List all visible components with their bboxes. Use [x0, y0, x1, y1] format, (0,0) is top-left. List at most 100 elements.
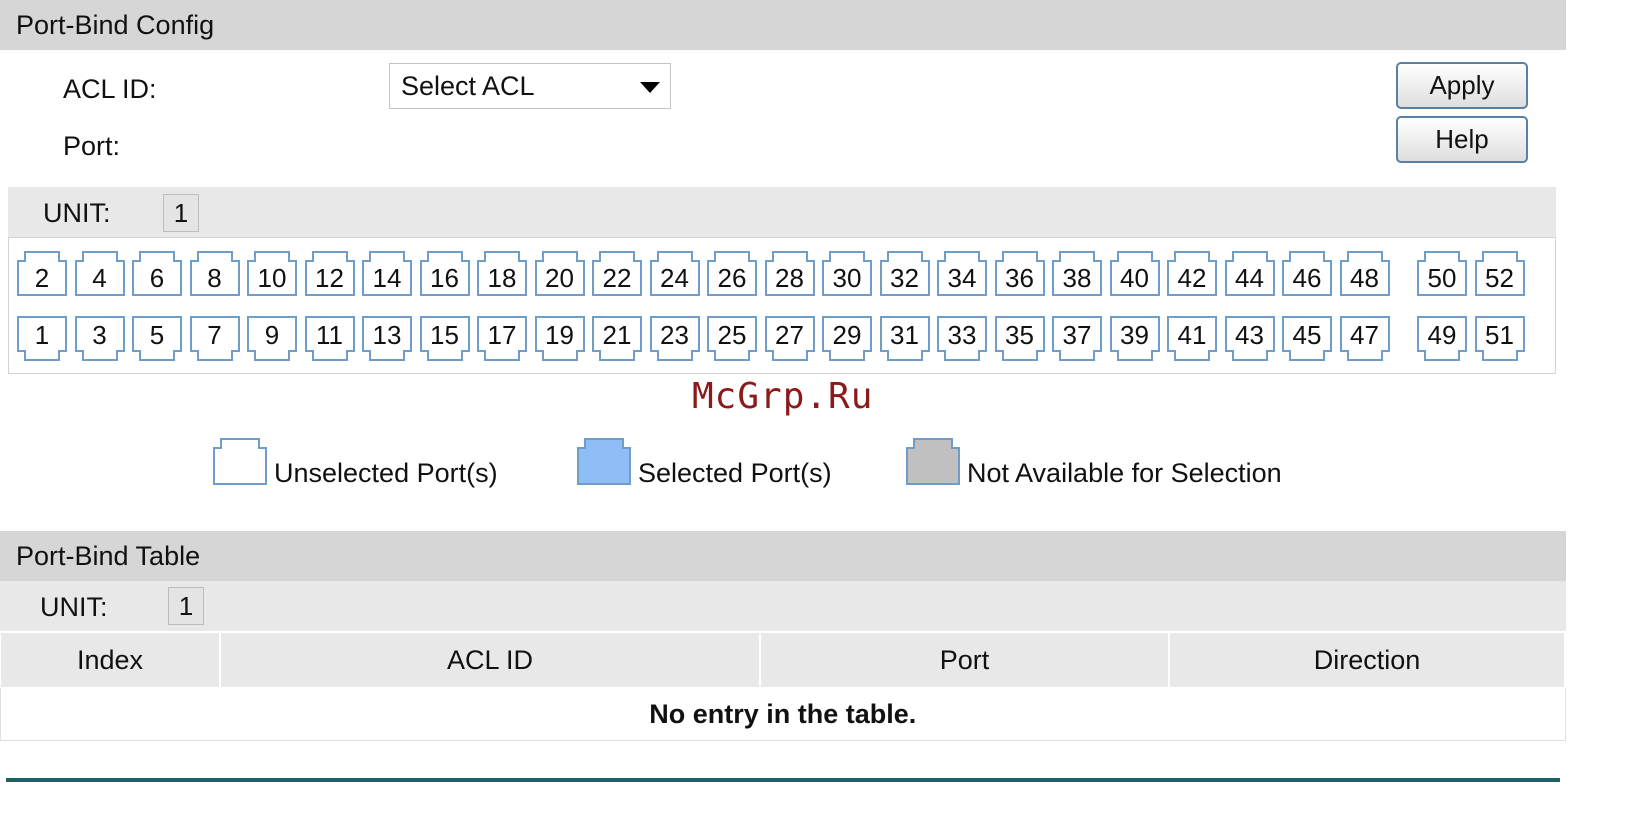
port-19[interactable]: 19: [534, 316, 585, 361]
port-11[interactable]: 11: [304, 316, 355, 361]
port-16[interactable]: 16: [419, 251, 470, 296]
port-label-text: 47: [1350, 320, 1379, 350]
port-label-text: 42: [1177, 263, 1207, 293]
help-button[interactable]: Help: [1396, 116, 1528, 163]
column-header-index: Index: [0, 632, 221, 688]
port-label-text: 52: [1485, 263, 1514, 293]
port-27[interactable]: 27: [764, 316, 815, 361]
port-2[interactable]: 2: [17, 251, 67, 296]
port-label-text: 48: [1350, 263, 1379, 293]
port-35[interactable]: 35: [994, 316, 1045, 361]
port-26[interactable]: 26: [707, 251, 757, 296]
port-36[interactable]: 36: [994, 251, 1045, 296]
port-label-text: 43: [1235, 320, 1264, 350]
port-38[interactable]: 38: [1052, 251, 1102, 296]
port-21[interactable]: 21: [592, 316, 642, 361]
port-30[interactable]: 30: [822, 251, 872, 296]
acl-id-label: ACL ID:: [63, 74, 157, 104]
port-1[interactable]: 1: [17, 316, 67, 361]
port-28[interactable]: 28: [764, 251, 815, 296]
watermark: McGrp.Ru: [692, 376, 874, 417]
port-17[interactable]: 17: [477, 316, 527, 361]
port-32[interactable]: 32: [879, 251, 930, 296]
port-label-text: 17: [487, 320, 517, 350]
port-label-text: 45: [1292, 320, 1322, 350]
port-4[interactable]: 4: [74, 251, 125, 296]
port-label-text: 25: [717, 320, 747, 350]
port-label-text: 19: [545, 320, 574, 350]
port-label-text: 27: [775, 320, 804, 350]
port-8[interactable]: 8: [189, 251, 240, 296]
port-44[interactable]: 44: [1224, 251, 1275, 296]
port-46[interactable]: 46: [1282, 251, 1332, 296]
port-label-text: 49: [1427, 320, 1457, 350]
port-label-text: 8: [207, 263, 222, 293]
port-12[interactable]: 12: [304, 251, 355, 296]
port-label-text: 41: [1177, 320, 1207, 350]
table-row: No entry in the table.: [0, 687, 1566, 741]
port-41[interactable]: 41: [1167, 316, 1217, 361]
port-23[interactable]: 23: [649, 316, 700, 361]
port-45[interactable]: 45: [1282, 316, 1332, 361]
port-39[interactable]: 39: [1109, 316, 1160, 361]
empty-table-message: No entry in the table.: [0, 687, 1566, 741]
table-header-row: Index ACL ID Port Direction: [0, 632, 1566, 688]
port-label-text: 21: [602, 320, 632, 350]
port-10[interactable]: 10: [247, 251, 297, 296]
port-3[interactable]: 3: [74, 316, 125, 361]
table-unit-selector[interactable]: 1: [168, 587, 204, 625]
port-13[interactable]: 13: [362, 316, 412, 361]
config-unit-bar: UNIT: 1: [8, 187, 1556, 237]
port-29[interactable]: 29: [822, 316, 872, 361]
port-24[interactable]: 24: [649, 251, 700, 296]
port-40[interactable]: 40: [1109, 251, 1160, 296]
legend-unselected-label: Unselected Port(s): [274, 458, 498, 488]
port-label-text: 31: [890, 320, 919, 350]
port-label-text: 6: [149, 263, 165, 293]
column-header-port: Port: [759, 632, 1170, 688]
port-50[interactable]: 50: [1417, 251, 1467, 296]
port-5[interactable]: 5: [132, 316, 182, 361]
port-label-text: 2: [34, 263, 50, 293]
port-selected-icon: [577, 438, 631, 485]
port-label: Port:: [63, 131, 121, 161]
port-6[interactable]: 6: [132, 251, 182, 296]
port-52[interactable]: 52: [1474, 251, 1525, 296]
acl-id-select[interactable]: Select ACL: [389, 63, 671, 109]
port-14[interactable]: 14: [362, 251, 412, 296]
legend-selected-label: Selected Port(s): [638, 458, 832, 488]
port-42[interactable]: 42: [1167, 251, 1217, 296]
port-label-text: 5: [149, 320, 165, 350]
port-label-text: 51: [1485, 320, 1514, 350]
table-section-header: Port-Bind Table: [0, 531, 1566, 581]
port-31[interactable]: 31: [879, 316, 930, 361]
port-label-text: 12: [315, 263, 344, 293]
config-unit-selector[interactable]: 1: [163, 194, 199, 232]
port-34[interactable]: 34: [937, 251, 987, 296]
port-33[interactable]: 33: [937, 316, 987, 361]
port-label-text: 36: [1005, 263, 1034, 293]
port-label-text: 34: [947, 263, 977, 293]
port-49[interactable]: 49: [1417, 316, 1467, 361]
port-43[interactable]: 43: [1224, 316, 1275, 361]
port-label-text: 44: [1235, 263, 1264, 293]
port-18[interactable]: 18: [477, 251, 527, 296]
port-47[interactable]: 47: [1339, 316, 1390, 361]
port-37[interactable]: 37: [1052, 316, 1102, 361]
port-22[interactable]: 22: [592, 251, 642, 296]
port-9[interactable]: 9: [247, 316, 297, 361]
port-51[interactable]: 51: [1474, 316, 1525, 361]
port-label-text: 7: [207, 320, 222, 350]
port-label-text: 26: [717, 263, 747, 293]
port-7[interactable]: 7: [189, 316, 240, 361]
port-20[interactable]: 20: [534, 251, 585, 296]
port-25[interactable]: 25: [707, 316, 757, 361]
port-15[interactable]: 15: [419, 316, 470, 361]
port-unselected-icon: [213, 438, 267, 485]
port-label-text: 40: [1120, 263, 1149, 293]
port-label-text: 16: [430, 263, 459, 293]
port-48[interactable]: 48: [1339, 251, 1390, 296]
port-label-text: 1: [34, 320, 50, 350]
port-label-text: 4: [92, 263, 107, 293]
apply-button[interactable]: Apply: [1396, 62, 1528, 109]
